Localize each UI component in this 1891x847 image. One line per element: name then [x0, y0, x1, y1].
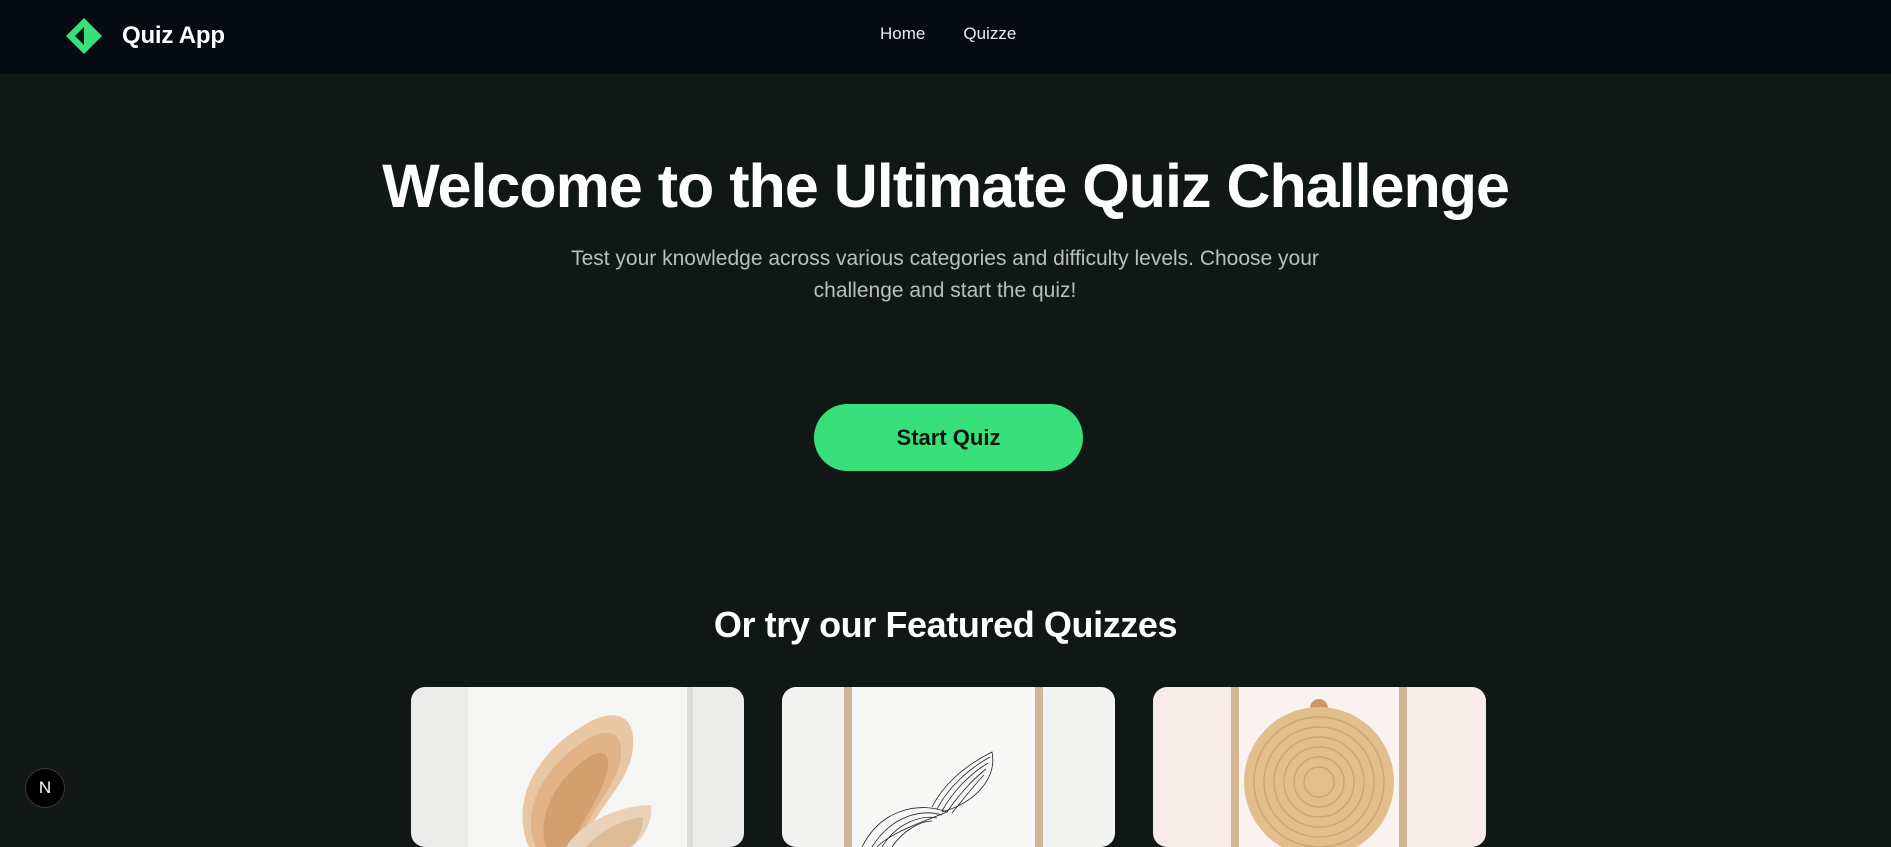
brand-link[interactable]: Quiz App	[64, 16, 225, 56]
dev-tools-badge[interactable]: N	[25, 768, 65, 808]
start-quiz-button[interactable]: Start Quiz	[814, 404, 1083, 471]
featured-quiz-card-3[interactable]	[1153, 687, 1486, 847]
main-nav: Home Quizze	[880, 24, 1016, 44]
nav-home-link[interactable]: Home	[880, 24, 925, 44]
hero-subtitle: Test your knowledge across various categ…	[571, 247, 1319, 302]
line-art-leaf-print	[782, 687, 1115, 847]
featured-quiz-card-1[interactable]	[411, 687, 744, 847]
diamond-logo-icon	[64, 16, 104, 56]
featured-quiz-card-2[interactable]	[782, 687, 1115, 847]
abstract-wood-shape-art	[411, 687, 744, 847]
nav-quizzes-link[interactable]: Quizze	[963, 24, 1016, 44]
wood-circle-art	[1153, 687, 1486, 847]
hero-title: Welcome to the Ultimate Quiz Challenge	[382, 152, 1510, 220]
featured-section-title: Or try our Featured Quizzes	[713, 604, 1178, 645]
app-name: Quiz App	[122, 22, 225, 49]
top-nav-bar: Quiz App Home Quizze	[0, 0, 1891, 75]
